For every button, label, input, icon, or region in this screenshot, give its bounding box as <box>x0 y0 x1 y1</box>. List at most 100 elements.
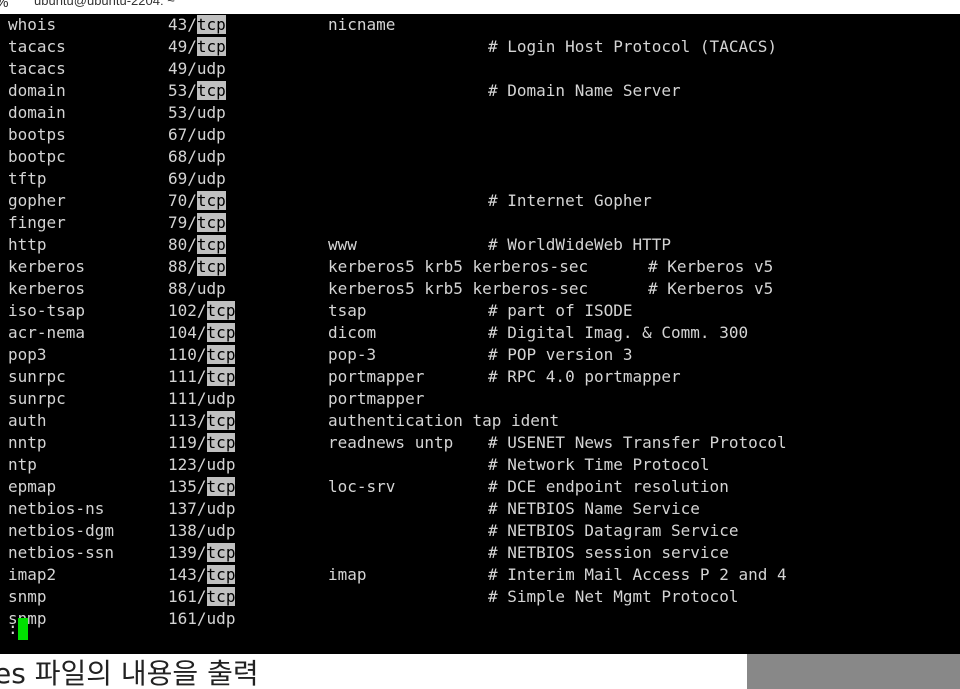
service-port: 110/tcp <box>168 345 236 364</box>
service-port: 139/tcp <box>168 543 236 562</box>
service-port: 53/udp <box>168 103 226 122</box>
port-protocol: udp <box>196 103 226 122</box>
service-port: 138/udp <box>168 521 236 540</box>
port-protocol: tcp <box>196 37 226 56</box>
port-number: 111 <box>168 389 197 408</box>
background-panel <box>747 654 960 689</box>
service-alias: dicom <box>328 323 377 342</box>
service-alias: kerberos5 krb5 kerberos-sec <box>328 279 589 298</box>
service-alias: tsap <box>328 301 367 320</box>
document-caption: es 파일의 내용을 출력 <box>0 657 259 689</box>
service-port: 135/tcp <box>168 477 236 496</box>
service-name: netbios-ns <box>8 499 105 518</box>
service-comment: # Domain Name Server <box>488 81 681 100</box>
port-protocol: tcp <box>206 477 236 496</box>
port-protocol: tcp <box>196 235 226 254</box>
window-title: ubuntu@ubuntu-2204: ~ <box>34 0 175 8</box>
port-number: 119 <box>168 433 197 452</box>
service-name: http <box>8 235 47 254</box>
port-protocol: tcp <box>196 257 226 276</box>
port-protocol: tcp <box>206 323 236 342</box>
terminal-output[interactable]: whois 43/tcp nicname tacacs 49/tcp # Login Ho… <box>0 14 960 654</box>
service-name: tftp <box>8 169 47 188</box>
service-port: 68/udp <box>168 147 226 166</box>
port-number: 79 <box>168 213 188 232</box>
service-comment: # Network Time Protocol <box>488 455 710 474</box>
service-port: 137/udp <box>168 499 236 518</box>
service-comment: # NETBIOS session service <box>488 543 729 562</box>
service-name: tacacs <box>8 37 66 56</box>
port-number: 69 <box>168 169 188 188</box>
service-name: pop3 <box>8 345 47 364</box>
service-port: 79/tcp <box>168 213 226 232</box>
service-name: ntp <box>8 455 37 474</box>
service-comment: # NETBIOS Datagram Service <box>488 521 739 540</box>
port-number: 143 <box>168 565 197 584</box>
port-number: 49 <box>168 37 188 56</box>
service-alias: portmapper <box>328 367 425 386</box>
port-protocol: udp <box>196 169 226 188</box>
service-name: auth <box>8 411 47 430</box>
service-comment: # Simple Net Mgmt Protocol <box>488 587 739 606</box>
service-port: 88/udp <box>168 279 226 298</box>
port-number: 137 <box>168 499 197 518</box>
service-name: nntp <box>8 433 47 452</box>
port-number: 53 <box>168 103 188 122</box>
port-protocol: tcp <box>196 213 226 232</box>
service-port: 70/tcp <box>168 191 226 210</box>
service-alias: imap <box>328 565 367 584</box>
service-port: 53/tcp <box>168 81 226 100</box>
port-number: 88 <box>168 257 188 276</box>
port-protocol: udp <box>196 147 226 166</box>
port-number: 80 <box>168 235 188 254</box>
port-protocol: tcp <box>206 411 236 430</box>
port-number: 111 <box>168 367 197 386</box>
service-name: bootps <box>8 125 66 144</box>
port-protocol: tcp <box>206 367 236 386</box>
service-port: 43/tcp <box>168 15 226 34</box>
port-number: 67 <box>168 125 188 144</box>
service-alias: loc-srv <box>328 477 396 496</box>
service-comment: # Kerberos v5 <box>648 279 774 298</box>
service-name: netbios-dgm <box>8 521 114 540</box>
port-number: 123 <box>168 455 197 474</box>
port-number: 161 <box>168 587 197 606</box>
service-port: 111/udp <box>168 389 236 408</box>
service-name: iso-tsap <box>8 301 86 320</box>
port-protocol: tcp <box>196 81 226 100</box>
service-comment: # WorldWideWeb HTTP <box>488 235 672 254</box>
port-protocol: udp <box>206 499 236 518</box>
port-protocol: udp <box>206 521 236 540</box>
service-port: 143/tcp <box>168 565 236 584</box>
pager-prompt: : <box>8 619 18 638</box>
service-comment: # RPC 4.0 portmapper <box>488 367 681 386</box>
service-name: epmap <box>8 477 57 496</box>
service-alias: authentication tap ident <box>328 411 560 430</box>
service-comment: # POP version 3 <box>488 345 633 364</box>
port-protocol: tcp <box>206 301 236 320</box>
port-protocol: udp <box>196 279 226 298</box>
service-name: snmp <box>8 587 47 606</box>
service-alias: readnews untp <box>328 433 454 452</box>
service-name: gopher <box>8 191 66 210</box>
service-port: 104/tcp <box>168 323 236 342</box>
service-port: 80/tcp <box>168 235 226 254</box>
service-alias: nicname <box>328 15 396 34</box>
port-number: 161 <box>168 609 197 628</box>
service-name: domain <box>8 103 66 122</box>
service-name: kerberos <box>8 257 86 276</box>
service-comment: # Interim Mail Access P 2 and 4 <box>488 565 787 584</box>
service-port: 113/tcp <box>168 411 236 430</box>
port-number: 88 <box>168 279 188 298</box>
port-number: 68 <box>168 147 188 166</box>
port-protocol: udp <box>206 455 236 474</box>
service-name: sunrpc <box>8 389 66 408</box>
service-alias: portmapper <box>328 389 425 408</box>
service-name: kerberos <box>8 279 86 298</box>
service-comment: # Kerberos v5 <box>648 257 774 276</box>
service-port: 69/udp <box>168 169 226 188</box>
service-port: 49/tcp <box>168 37 226 56</box>
service-comment: # part of ISODE <box>488 301 633 320</box>
service-port: 88/tcp <box>168 257 226 276</box>
port-number: 110 <box>168 345 197 364</box>
